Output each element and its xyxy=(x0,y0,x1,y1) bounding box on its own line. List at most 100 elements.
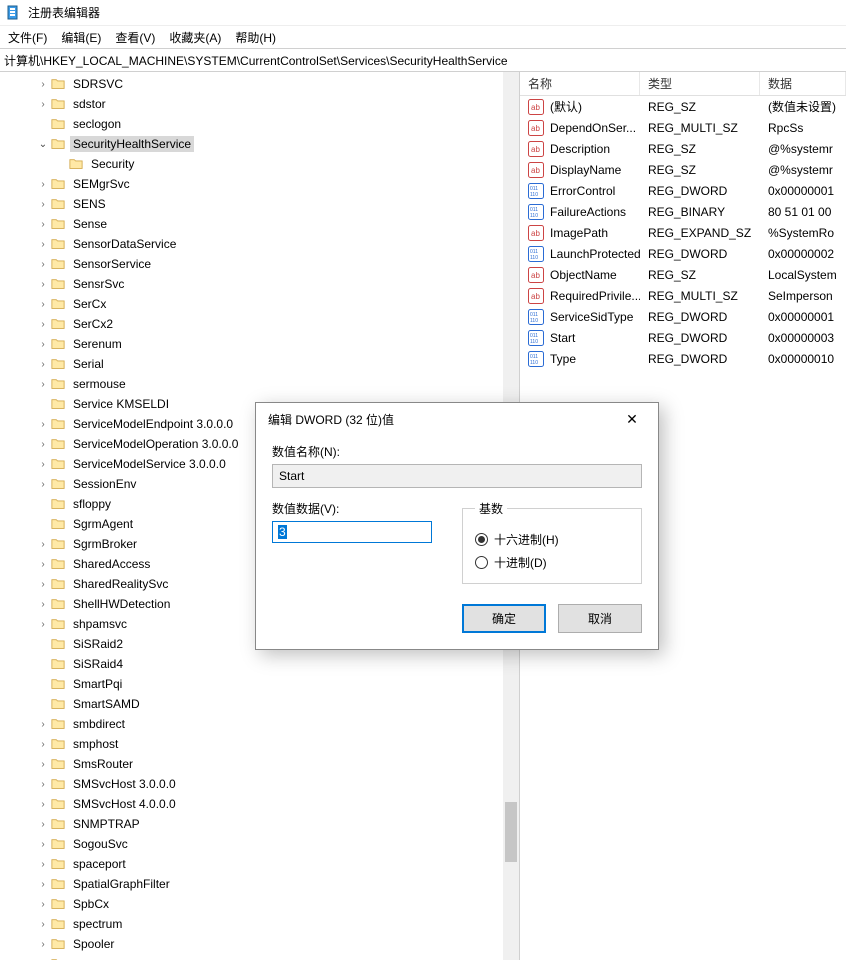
header-type[interactable]: 类型 xyxy=(640,72,760,95)
tree-item[interactable]: SMSvcHost 4.0.0.0 xyxy=(0,794,519,814)
value-row[interactable]: StartREG_DWORD0x00000003 xyxy=(520,327,846,348)
tree-toggle-icon[interactable] xyxy=(36,599,50,610)
tree-item[interactable]: SmartSAMD xyxy=(0,694,519,714)
tree-item[interactable]: seclogon xyxy=(0,114,519,134)
tree-toggle-icon[interactable] xyxy=(36,579,50,590)
tree-item[interactable]: SDRSVC xyxy=(0,74,519,94)
tree-scrollbar-thumb[interactable] xyxy=(505,802,517,862)
values-list[interactable]: (默认)REG_SZ(数值未设置)DependOnSer...REG_MULTI… xyxy=(520,96,846,369)
tree-item[interactable]: Spooler xyxy=(0,934,519,954)
tree-toggle-icon[interactable] xyxy=(36,859,50,870)
tree-toggle-icon[interactable] xyxy=(36,219,50,230)
tree-item[interactable]: SmsRouter xyxy=(0,754,519,774)
menu-edit[interactable]: 编辑(E) xyxy=(61,29,101,46)
tree-toggle-icon[interactable] xyxy=(36,839,50,850)
tree-toggle-icon[interactable] xyxy=(36,919,50,930)
header-name[interactable]: 名称 xyxy=(520,72,640,95)
radio-dec-row[interactable]: 十进制(D) xyxy=(475,554,629,571)
value-row[interactable]: LaunchProtectedREG_DWORD0x00000002 xyxy=(520,243,846,264)
tree-item[interactable]: Serial xyxy=(0,354,519,374)
address-bar[interactable]: 计算机\HKEY_LOCAL_MACHINE\SYSTEM\CurrentCon… xyxy=(0,48,846,72)
tree-item[interactable]: smphost xyxy=(0,734,519,754)
tree-toggle-icon[interactable] xyxy=(36,799,50,810)
tree-item[interactable]: SEMgrSvc xyxy=(0,174,519,194)
radio-dec[interactable] xyxy=(475,556,488,569)
menu-favorites[interactable]: 收藏夹(A) xyxy=(169,29,221,46)
ok-button[interactable]: 确定 xyxy=(462,604,546,633)
value-row[interactable]: DescriptionREG_SZ@%systemr xyxy=(520,138,846,159)
value-data-input[interactable]: 3 xyxy=(272,521,432,543)
value-row[interactable]: RequiredPrivile...REG_MULTI_SZSeImperson xyxy=(520,285,846,306)
tree-item[interactable]: Serenum xyxy=(0,334,519,354)
tree-toggle-icon[interactable] xyxy=(36,239,50,250)
value-row[interactable]: FailureActionsREG_BINARY80 51 01 00 xyxy=(520,201,846,222)
tree-item[interactable]: SiSRaid4 xyxy=(0,654,519,674)
tree-item[interactable]: SmartPqi xyxy=(0,674,519,694)
tree-item[interactable]: Security xyxy=(0,154,519,174)
tree-toggle-icon[interactable] xyxy=(36,559,50,570)
tree-item-label: ServiceModelEndpoint 3.0.0.0 xyxy=(70,416,236,432)
value-row[interactable]: TypeREG_DWORD0x00000010 xyxy=(520,348,846,369)
menu-help[interactable]: 帮助(H) xyxy=(235,29,276,46)
tree-toggle-icon[interactable] xyxy=(36,339,50,350)
tree-toggle-icon[interactable] xyxy=(36,99,50,110)
radio-hex-row[interactable]: 十六进制(H) xyxy=(475,531,629,548)
tree-toggle-icon[interactable] xyxy=(36,879,50,890)
tree-toggle-icon[interactable] xyxy=(36,759,50,770)
tree-toggle-icon[interactable] xyxy=(36,899,50,910)
cancel-button[interactable]: 取消 xyxy=(558,604,642,633)
tree-item[interactable]: SpbCx xyxy=(0,894,519,914)
tree-item[interactable]: sdstor xyxy=(0,94,519,114)
tree-item[interactable]: SerCx xyxy=(0,294,519,314)
tree-toggle-icon[interactable] xyxy=(36,819,50,830)
tree-toggle-icon[interactable] xyxy=(36,299,50,310)
tree-toggle-icon[interactable] xyxy=(36,479,50,490)
header-data[interactable]: 数据 xyxy=(760,72,846,95)
tree-item[interactable]: SNMPTRAP xyxy=(0,814,519,834)
tree-item[interactable]: SensrSvc xyxy=(0,274,519,294)
tree-toggle-icon[interactable] xyxy=(36,179,50,190)
tree-item[interactable]: SerCx2 xyxy=(0,314,519,334)
tree-item[interactable]: smbdirect xyxy=(0,714,519,734)
tree-item[interactable]: SogouSvc xyxy=(0,834,519,854)
tree-toggle-icon[interactable] xyxy=(36,939,50,950)
tree-toggle-icon[interactable] xyxy=(36,139,50,150)
menu-file[interactable]: 文件(F) xyxy=(8,29,47,46)
value-row[interactable]: ImagePathREG_EXPAND_SZ%SystemRo xyxy=(520,222,846,243)
tree-toggle-icon[interactable] xyxy=(36,739,50,750)
tree-toggle-icon[interactable] xyxy=(36,199,50,210)
tree-toggle-icon[interactable] xyxy=(36,539,50,550)
tree-toggle-icon[interactable] xyxy=(36,279,50,290)
value-row[interactable]: (默认)REG_SZ(数值未设置) xyxy=(520,96,846,117)
tree-toggle-icon[interactable] xyxy=(36,419,50,430)
value-row[interactable]: ObjectNameREG_SZLocalSystem xyxy=(520,264,846,285)
tree-item[interactable]: SENS xyxy=(0,194,519,214)
value-row[interactable]: ServiceSidTypeREG_DWORD0x00000001 xyxy=(520,306,846,327)
tree-item[interactable]: spectrum xyxy=(0,914,519,934)
tree-item[interactable]: Sense xyxy=(0,214,519,234)
tree-item[interactable]: SensorDataService xyxy=(0,234,519,254)
tree-toggle-icon[interactable] xyxy=(36,719,50,730)
dialog-close-button[interactable]: ✕ xyxy=(612,405,652,433)
tree-toggle-icon[interactable] xyxy=(36,619,50,630)
tree-item[interactable]: sppsvc xyxy=(0,954,519,960)
tree-toggle-icon[interactable] xyxy=(36,359,50,370)
tree-toggle-icon[interactable] xyxy=(36,779,50,790)
tree-item[interactable]: spaceport xyxy=(0,854,519,874)
tree-toggle-icon[interactable] xyxy=(36,439,50,450)
tree-toggle-icon[interactable] xyxy=(36,459,50,470)
tree-item[interactable]: sermouse xyxy=(0,374,519,394)
menu-view[interactable]: 查看(V) xyxy=(115,29,155,46)
value-row[interactable]: DependOnSer...REG_MULTI_SZRpcSs xyxy=(520,117,846,138)
radio-hex[interactable] xyxy=(475,533,488,546)
tree-toggle-icon[interactable] xyxy=(36,379,50,390)
tree-toggle-icon[interactable] xyxy=(36,259,50,270)
tree-item[interactable]: SpatialGraphFilter xyxy=(0,874,519,894)
tree-toggle-icon[interactable] xyxy=(36,79,50,90)
tree-item[interactable]: SensorService xyxy=(0,254,519,274)
value-row[interactable]: DisplayNameREG_SZ@%systemr xyxy=(520,159,846,180)
tree-item[interactable]: SMSvcHost 3.0.0.0 xyxy=(0,774,519,794)
tree-item[interactable]: SecurityHealthService xyxy=(0,134,519,154)
tree-toggle-icon[interactable] xyxy=(36,319,50,330)
value-row[interactable]: ErrorControlREG_DWORD0x00000001 xyxy=(520,180,846,201)
